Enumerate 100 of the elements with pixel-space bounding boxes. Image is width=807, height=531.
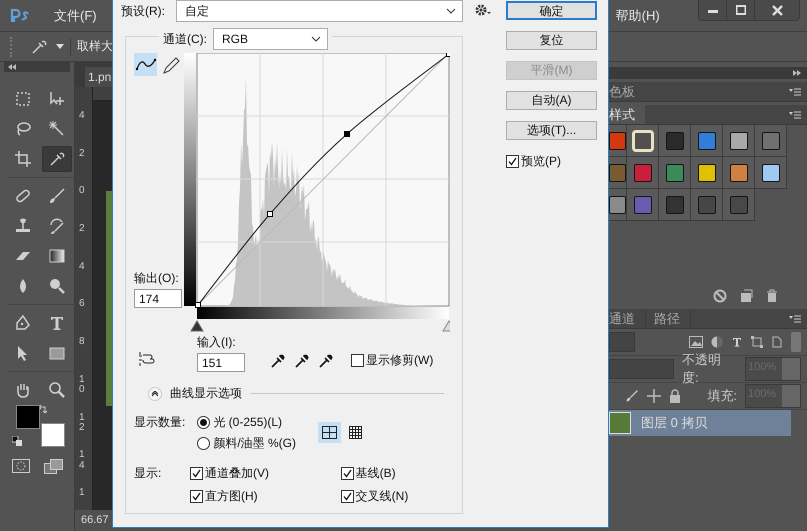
slider-handle[interactable]	[442, 320, 450, 332]
swap-arrows-icon	[38, 404, 48, 414]
brush-icon	[48, 187, 66, 205]
pen-nib-icon	[14, 314, 32, 332]
bandage-icon	[14, 187, 32, 205]
coarse-grid-button[interactable]	[318, 422, 342, 443]
zoom-icon	[48, 381, 66, 399]
panel-menu-icon	[789, 88, 801, 96]
hand-adjust-icon	[138, 351, 156, 367]
dialog-button[interactable]: 复位	[506, 31, 597, 50]
panel-menu-icon	[789, 315, 801, 323]
eyedropper-icon	[319, 352, 333, 368]
style-preset[interactable]	[698, 132, 716, 150]
swatches-tab[interactable]: 色板	[609, 82, 643, 101]
preview-checkbox[interactable]: 预览(P)	[506, 153, 597, 170]
caret-icon	[56, 44, 64, 50]
magic-wand-icon	[48, 120, 66, 138]
style-preset[interactable]	[609, 196, 626, 214]
style-preset[interactable]	[730, 164, 748, 182]
option-checkbox[interactable]: 基线(B)	[340, 465, 462, 482]
type-icon	[48, 314, 66, 332]
eyedropper-tool[interactable]	[42, 146, 72, 172]
curve-graph[interactable]	[195, 53, 450, 308]
layer-name: 图层 0 拷贝	[641, 414, 708, 432]
stamp-icon	[14, 217, 32, 235]
maximize-icon	[736, 5, 746, 15]
input-label: 输入(I):	[197, 334, 237, 351]
history-brush-icon	[48, 217, 66, 235]
styles-tab[interactable]: 样式	[609, 105, 645, 124]
eyedropper-icon	[30, 38, 48, 56]
gear-icon	[475, 4, 491, 16]
screen-mode-icon	[44, 459, 64, 475]
expand-icon	[793, 70, 801, 76]
document-tab[interactable]: 1.pn	[85, 67, 114, 87]
zoom-level: 66.67	[81, 514, 109, 526]
output-field[interactable]: 174	[134, 289, 182, 308]
filter-toggle[interactable]	[791, 332, 801, 352]
lock-icon	[669, 389, 682, 403]
eyedropper-icon	[48, 150, 66, 168]
image-filter-icon	[689, 336, 703, 348]
preset-dropdown[interactable]: 自定	[176, 0, 463, 22]
marquee-icon	[14, 90, 32, 108]
eyedropper-icon	[295, 352, 309, 368]
dense-grid-icon	[349, 426, 364, 439]
ruler-label: 12	[79, 412, 85, 435]
chevron-up-icon	[151, 390, 159, 396]
amount-radio[interactable]: 颜料/油墨 %(G)	[197, 435, 296, 452]
type-filter-icon	[731, 336, 743, 348]
slider-handle[interactable]	[190, 320, 204, 332]
amount-radio[interactable]: 光 (0-255)(L)	[197, 414, 296, 431]
foreground-color-swatch[interactable]	[16, 405, 40, 429]
ruler-label: 4	[79, 111, 85, 123]
ruler-label: 2	[79, 224, 85, 236]
check-icon	[192, 469, 201, 478]
show-clipping-checkbox[interactable]: 显示修剪(W)	[351, 352, 434, 369]
dialog-button[interactable]: 确定	[506, 1, 597, 20]
adjustment-filter-icon	[711, 336, 723, 348]
ruler-label: 8	[79, 337, 85, 350]
style-preset[interactable]	[666, 164, 684, 182]
panel-tab[interactable]: 路径	[654, 309, 691, 328]
default-colors-icon	[12, 436, 22, 446]
grid-icon	[322, 426, 338, 439]
option-checkbox[interactable]: 交叉线(N)	[340, 488, 462, 505]
opacity-label: 不透明度:	[682, 351, 722, 387]
option-checkbox[interactable]: 直方图(H)	[190, 488, 323, 505]
fill-label: 填充:	[707, 387, 737, 405]
menu-item[interactable]: 帮助(H)	[610, 6, 666, 24]
layer-thumbnail	[609, 412, 631, 434]
ruler-label: 14	[79, 450, 85, 473]
panel-menu-icon	[789, 111, 801, 119]
ruler-label: 4	[79, 262, 85, 274]
smart-object-filter-icon	[771, 336, 783, 348]
collapse-button[interactable]	[148, 386, 162, 400]
move-lock-icon	[647, 389, 662, 403]
input-field[interactable]: 151	[197, 353, 245, 372]
curve-mode-button[interactable]	[134, 53, 157, 76]
section-title: 曲线显示选项	[170, 385, 242, 402]
close-icon	[772, 4, 782, 16]
eyedropper-icon	[271, 352, 285, 368]
option-checkbox[interactable]: 通道叠加(V)	[190, 465, 323, 482]
channel-label: 通道(C):	[163, 30, 207, 48]
background-color-swatch[interactable]	[41, 423, 65, 447]
show-label: 显示:	[134, 465, 162, 482]
style-preset[interactable]	[730, 132, 748, 150]
move-arrow-icon	[48, 90, 66, 108]
style-preset[interactable]	[762, 164, 780, 182]
brush-lock-icon	[625, 389, 640, 403]
crop-icon	[14, 150, 32, 168]
check-icon	[342, 469, 352, 478]
dialog-button[interactable]: 选项(T)...	[506, 121, 597, 140]
menu-item[interactable]: 文件(F)	[48, 6, 103, 24]
ruler-label: 6	[79, 299, 85, 312]
channel-dropdown[interactable]: RGB	[213, 28, 328, 50]
collapse-icon	[8, 64, 16, 70]
quick-mask-icon	[12, 459, 30, 473]
dialog-button[interactable]: 自动(A)	[506, 91, 597, 110]
gradient-icon	[48, 247, 66, 265]
output-label: 输出(O):	[134, 270, 180, 287]
chevron-down-icon	[311, 36, 321, 42]
style-preset[interactable]	[698, 164, 716, 182]
